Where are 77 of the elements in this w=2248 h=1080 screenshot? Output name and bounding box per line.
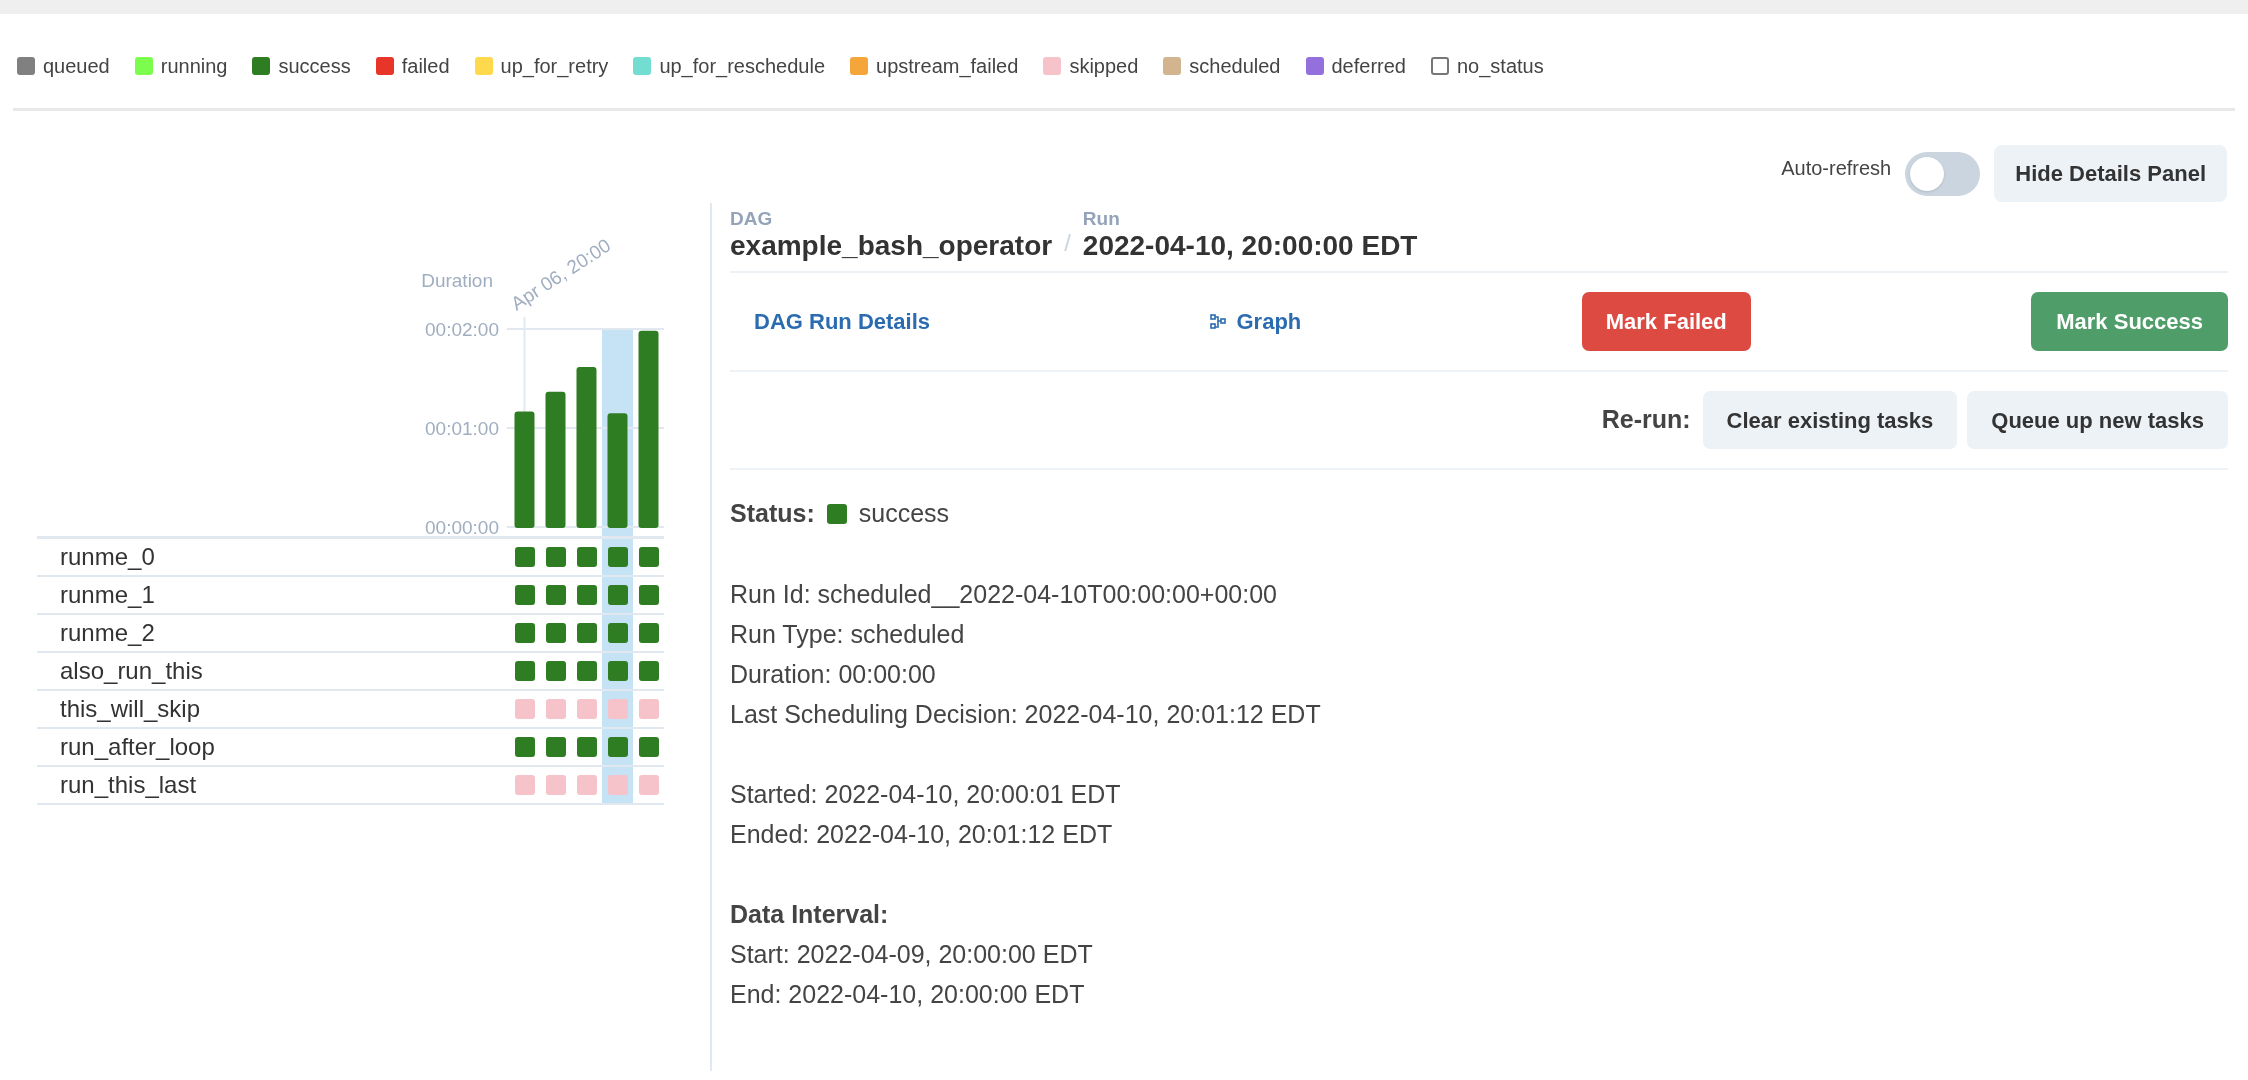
task-status-square[interactable]	[576, 737, 597, 757]
task-status-square[interactable]	[545, 661, 566, 681]
task-name[interactable]: this_will_skip	[37, 691, 509, 727]
task-name[interactable]: run_after_loop	[37, 729, 509, 765]
task-status-square[interactable]	[514, 547, 535, 567]
legend-label: failed	[401, 54, 450, 79]
legend-label: deferred	[1331, 54, 1406, 79]
detail-line: Run Id: scheduled__2022-04-10T00:00:00+00:00	[730, 579, 1278, 610]
legend-label: skipped	[1069, 54, 1139, 79]
breadcrumb-separator: /	[1064, 228, 1071, 258]
duration-bar[interactable]	[638, 330, 659, 528]
task-status-square[interactable]	[576, 661, 597, 681]
breadcrumb-label: Run	[1082, 209, 1121, 229]
auto-refresh-label: Auto-refresh	[1781, 155, 1892, 181]
section-heading: Data Interval:	[730, 899, 890, 930]
task-status-square[interactable]	[545, 585, 566, 605]
axis-tick-label: 00:00:00	[425, 517, 499, 536]
mark-failed-button[interactable]: Mark Failed	[1581, 292, 1751, 351]
task-status-square[interactable]	[576, 585, 597, 605]
status-value: success	[858, 498, 950, 530]
task-name[interactable]: also_run_this	[37, 653, 509, 689]
legend-label: upstream_failed	[876, 54, 1019, 80]
task-status-square[interactable]	[576, 623, 597, 643]
task-status-square[interactable]	[638, 661, 659, 681]
rerun-label: Re-run:	[1601, 404, 1691, 436]
task-status-square[interactable]	[638, 547, 659, 567]
task-name[interactable]: runme_2	[37, 615, 509, 651]
task-name[interactable]: runme_1	[37, 577, 509, 613]
task-status-square[interactable]	[514, 623, 535, 643]
dag-run-details-link[interactable]: DAG Run Details	[754, 305, 931, 338]
run-date: 2022-04-10, 20:00:00 EDT	[1082, 229, 1418, 263]
task-status-square[interactable]	[607, 623, 628, 643]
duration-bar[interactable]	[545, 391, 566, 528]
task-status-square[interactable]	[638, 623, 659, 643]
task-status-square[interactable]	[638, 585, 659, 605]
detail-line: Duration: 00:00:00	[730, 659, 937, 690]
task-status-square[interactable]	[545, 623, 566, 643]
task-status-square[interactable]	[607, 737, 628, 757]
legend-label: up_for_reschedule	[659, 54, 826, 80]
task-status-square[interactable]	[514, 737, 535, 757]
detail-line: Run Type: scheduled	[730, 619, 966, 650]
legend-label: up_for_retry	[500, 54, 609, 80]
duration-bar[interactable]	[576, 366, 597, 528]
detail-line: End: 2022-04-10, 20:00:00 EDT	[730, 979, 1086, 1010]
rerun-button[interactable]: Queue up new tasks	[1967, 391, 2228, 449]
detail-line: Ended: 2022-04-10, 20:01:12 EDT	[730, 819, 1114, 850]
task-name[interactable]: run_this_last	[37, 767, 509, 803]
dag-name: example_bash_operator	[730, 229, 1053, 263]
task-status-square[interactable]	[607, 585, 628, 605]
status-label: Status:	[730, 498, 815, 530]
axis-tick-label: 00:02:00	[425, 319, 499, 340]
task-status-square[interactable]	[638, 737, 659, 757]
legend-label: success	[278, 54, 351, 79]
detail-line: Last Scheduling Decision: 2022-04-10, 20:01:12 EDT	[730, 699, 1322, 730]
auto-refresh-toggle[interactable]	[1905, 151, 1981, 196]
rerun-button[interactable]: Clear existing tasks	[1702, 391, 1958, 449]
task-status-square[interactable]	[514, 661, 535, 681]
legend-label: queued	[43, 54, 110, 79]
task-status-square[interactable]	[545, 737, 566, 757]
graph-link[interactable]: Graph	[1210, 305, 1302, 338]
task-status-square[interactable]	[607, 547, 628, 567]
legend-label: no_status	[1457, 54, 1544, 80]
axis-title: Duration	[421, 270, 493, 291]
hide-details-button[interactable]: Hide Details Panel	[1994, 145, 2227, 202]
breadcrumb-label: DAG	[730, 209, 774, 229]
task-name[interactable]: runme_0	[37, 539, 509, 575]
task-status-square[interactable]	[514, 585, 535, 605]
task-status-square[interactable]	[545, 547, 566, 567]
legend-label: scheduled	[1189, 54, 1281, 79]
axis-tick-label: 00:01:00	[425, 418, 499, 439]
duration-bar[interactable]	[514, 411, 535, 528]
legend-label: running	[160, 54, 228, 79]
task-status-square[interactable]	[607, 661, 628, 681]
task-status-square[interactable]	[576, 547, 597, 567]
graph-icon	[1210, 313, 1227, 330]
detail-line: Start: 2022-04-09, 20:00:00 EDT	[730, 939, 1094, 970]
detail-line: Started: 2022-04-10, 20:00:01 EDT	[730, 779, 1122, 810]
